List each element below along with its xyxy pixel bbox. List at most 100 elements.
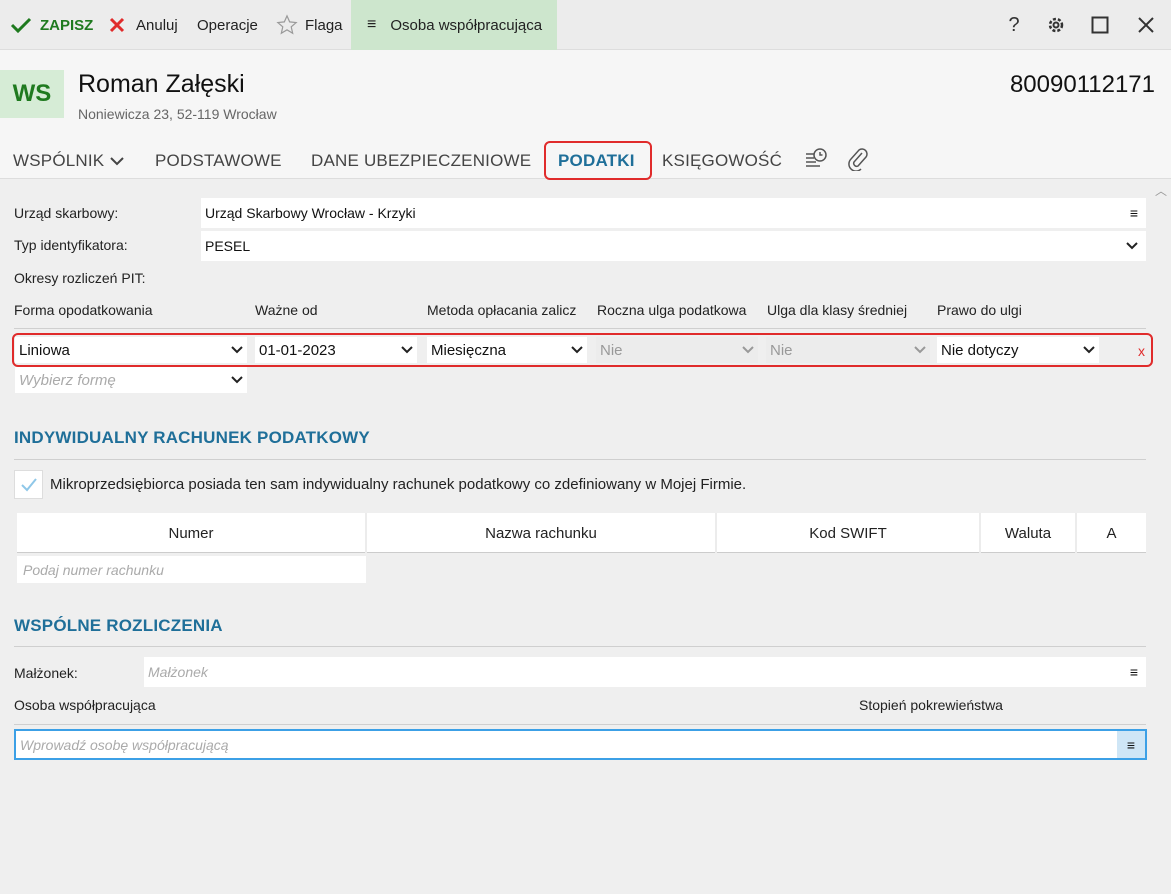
- tab-dane-ubezpieczeniowe[interactable]: DANE UBEZPIECZENIOWE: [311, 151, 531, 171]
- col-roczna-ulga: Roczna ulga podatkowa: [597, 302, 747, 318]
- divider: [14, 328, 1146, 329]
- okresy-label: Okresy rozliczeń PIT:: [14, 270, 146, 286]
- divider: [14, 646, 1146, 647]
- malzonek-placeholder: Małżonek: [148, 664, 208, 680]
- th-waluta[interactable]: Waluta: [981, 513, 1077, 553]
- save-button[interactable]: ZAPISZ: [10, 0, 93, 50]
- gear-icon[interactable]: [1041, 0, 1071, 50]
- account-number-placeholder: Podaj numer rachunku: [23, 561, 164, 578]
- avatar: WS: [0, 70, 64, 118]
- col-ulga-klasy: Ulga dla klasy średniej: [767, 302, 908, 318]
- irp-table-header: Numer Nazwa rachunku Kod SWIFT Waluta A: [17, 513, 1146, 553]
- operations-menu[interactable]: Operacje: [197, 0, 258, 50]
- close-icon: [109, 17, 125, 33]
- chevron-down-icon: [401, 337, 413, 363]
- forma-value: Liniowa: [19, 341, 70, 359]
- chevron-down-icon: [742, 337, 754, 363]
- chevron-down-icon: [231, 367, 243, 393]
- attachment-icon[interactable]: [847, 147, 869, 176]
- col-wazne-od: Ważne od: [255, 302, 318, 318]
- th-a[interactable]: A: [1077, 513, 1146, 553]
- typ-label: Typ identyfikatora:: [14, 237, 128, 253]
- menu-icon: ≡: [367, 16, 377, 33]
- osoba-input[interactable]: Wprowadź osobę współpracującą ≡: [14, 729, 1147, 760]
- tab-podatki[interactable]: PODATKI: [558, 151, 635, 171]
- urzad-value: Urząd Skarbowy Wrocław - Krzyki: [205, 205, 416, 221]
- cancel-button[interactable]: Anuluj: [108, 0, 178, 50]
- chevron-down-icon: [231, 337, 243, 363]
- tab-label: PODATKI: [558, 151, 635, 170]
- osoba-placeholder: Wprowadź osobę współpracującą: [20, 736, 229, 753]
- maximize-icon[interactable]: [1085, 0, 1115, 50]
- wazne-od-select[interactable]: 01-01-2023: [255, 337, 417, 363]
- metoda-select[interactable]: Miesięczna: [427, 337, 587, 363]
- wspolne-section-title: WSPÓLNE ROZLICZENIA: [14, 616, 223, 635]
- chevron-down-icon: [1083, 337, 1095, 363]
- malzonek-label: Małżonek:: [14, 665, 78, 681]
- list-icon[interactable]: ≡: [1130, 657, 1138, 687]
- tab-wspolnik[interactable]: WSPÓLNIK: [13, 151, 125, 171]
- col-prawo: Prawo do ulgi: [937, 302, 1022, 318]
- ulga-klasy-value: Nie: [770, 341, 793, 359]
- malzonek-field[interactable]: Małżonek ≡: [144, 657, 1146, 687]
- chevron-down-icon: [571, 337, 583, 363]
- tab-label: PODSTAWOWE: [155, 151, 282, 170]
- th-nazwa[interactable]: Nazwa rachunku: [367, 513, 717, 553]
- tab-ksiegowosc[interactable]: KSIĘGOWOŚĆ: [662, 151, 782, 171]
- new-forma-select[interactable]: Wybierz formę: [15, 367, 247, 393]
- roczna-ulga-value: Nie: [600, 341, 623, 359]
- delete-row-button[interactable]: x: [1138, 343, 1145, 359]
- cancel-label: Anuluj: [136, 16, 178, 34]
- osoba-label: Osoba współpracująca: [390, 16, 543, 34]
- person-name: Roman Załęski: [78, 70, 245, 98]
- same-irp-checkbox[interactable]: [14, 470, 43, 499]
- irp-section-title: INDYWIDUALNY RACHUNEK PODATKOWY: [14, 428, 370, 447]
- col-osoba: Osoba współpracująca: [14, 697, 156, 713]
- toolbar: ZAPISZ Anuluj Operacje Flaga ≡ Osoba wsp…: [0, 0, 1171, 50]
- col-stopien: Stopień pokrewieństwa: [859, 697, 1003, 713]
- col-forma: Forma opodatkowania: [14, 302, 153, 318]
- history-icon[interactable]: [804, 147, 828, 176]
- divider: [14, 459, 1146, 460]
- th-numer[interactable]: Numer: [17, 513, 367, 553]
- forma-select[interactable]: Liniowa: [15, 337, 247, 363]
- same-irp-label: Mikroprzedsiębiorca posiada ten sam indy…: [50, 476, 747, 493]
- divider: [14, 724, 1146, 725]
- roczna-ulga-select: Nie: [596, 337, 758, 363]
- star-icon: [276, 14, 298, 35]
- urzad-label: Urząd skarbowy:: [14, 205, 119, 221]
- scroll-up-icon[interactable]: ︿: [1155, 182, 1167, 199]
- close-window-icon[interactable]: [1131, 0, 1161, 50]
- urzad-field[interactable]: Urząd Skarbowy Wrocław - Krzyki ≡: [201, 198, 1146, 228]
- chevron-down-icon: [914, 337, 926, 363]
- tab-podstawowe[interactable]: PODSTAWOWE: [155, 151, 282, 171]
- list-icon[interactable]: ≡: [1117, 731, 1145, 758]
- flag-button[interactable]: Flaga: [276, 0, 343, 50]
- osoba-tab-button[interactable]: ≡ Osoba współpracująca: [351, 0, 557, 50]
- wazne-od-value: 01-01-2023: [259, 341, 336, 359]
- person-address: Noniewicza 23, 52-119 Wrocław: [78, 106, 277, 122]
- help-icon[interactable]: ?: [999, 0, 1029, 50]
- save-label: ZAPISZ: [40, 16, 94, 34]
- ulga-klasy-select: Nie: [766, 337, 930, 363]
- tab-bar: WSPÓLNIK PODSTAWOWE DANE UBEZPIECZENIOWE…: [0, 141, 1171, 180]
- checkmark-icon: [20, 477, 37, 491]
- record-header: WS Roman Załęski Noniewicza 23, 52-119 W…: [0, 50, 1171, 143]
- prawo-value: Nie dotyczy: [941, 341, 1019, 359]
- metoda-value: Miesięczna: [431, 341, 507, 359]
- typ-select[interactable]: PESEL: [201, 231, 1146, 261]
- tab-label: DANE UBEZPIECZENIOWE: [311, 151, 532, 170]
- account-number-input[interactable]: Podaj numer rachunku: [17, 556, 366, 583]
- col-metoda: Metoda opłacania zalicz: [427, 302, 577, 318]
- th-swift[interactable]: Kod SWIFT: [717, 513, 981, 553]
- typ-value: PESEL: [205, 238, 251, 254]
- flag-label: Flaga: [305, 16, 343, 34]
- new-forma-placeholder: Wybierz formę: [19, 371, 116, 389]
- prawo-select[interactable]: Nie dotyczy: [937, 337, 1099, 363]
- chevron-down-icon: [110, 157, 125, 166]
- person-id-number: 80090112171: [1009, 71, 1155, 98]
- tab-label: WSPÓLNIK: [13, 151, 105, 170]
- tab-label: KSIĘGOWOŚĆ: [662, 151, 783, 170]
- checkmark-icon: [10, 17, 32, 34]
- list-icon[interactable]: ≡: [1130, 198, 1138, 228]
